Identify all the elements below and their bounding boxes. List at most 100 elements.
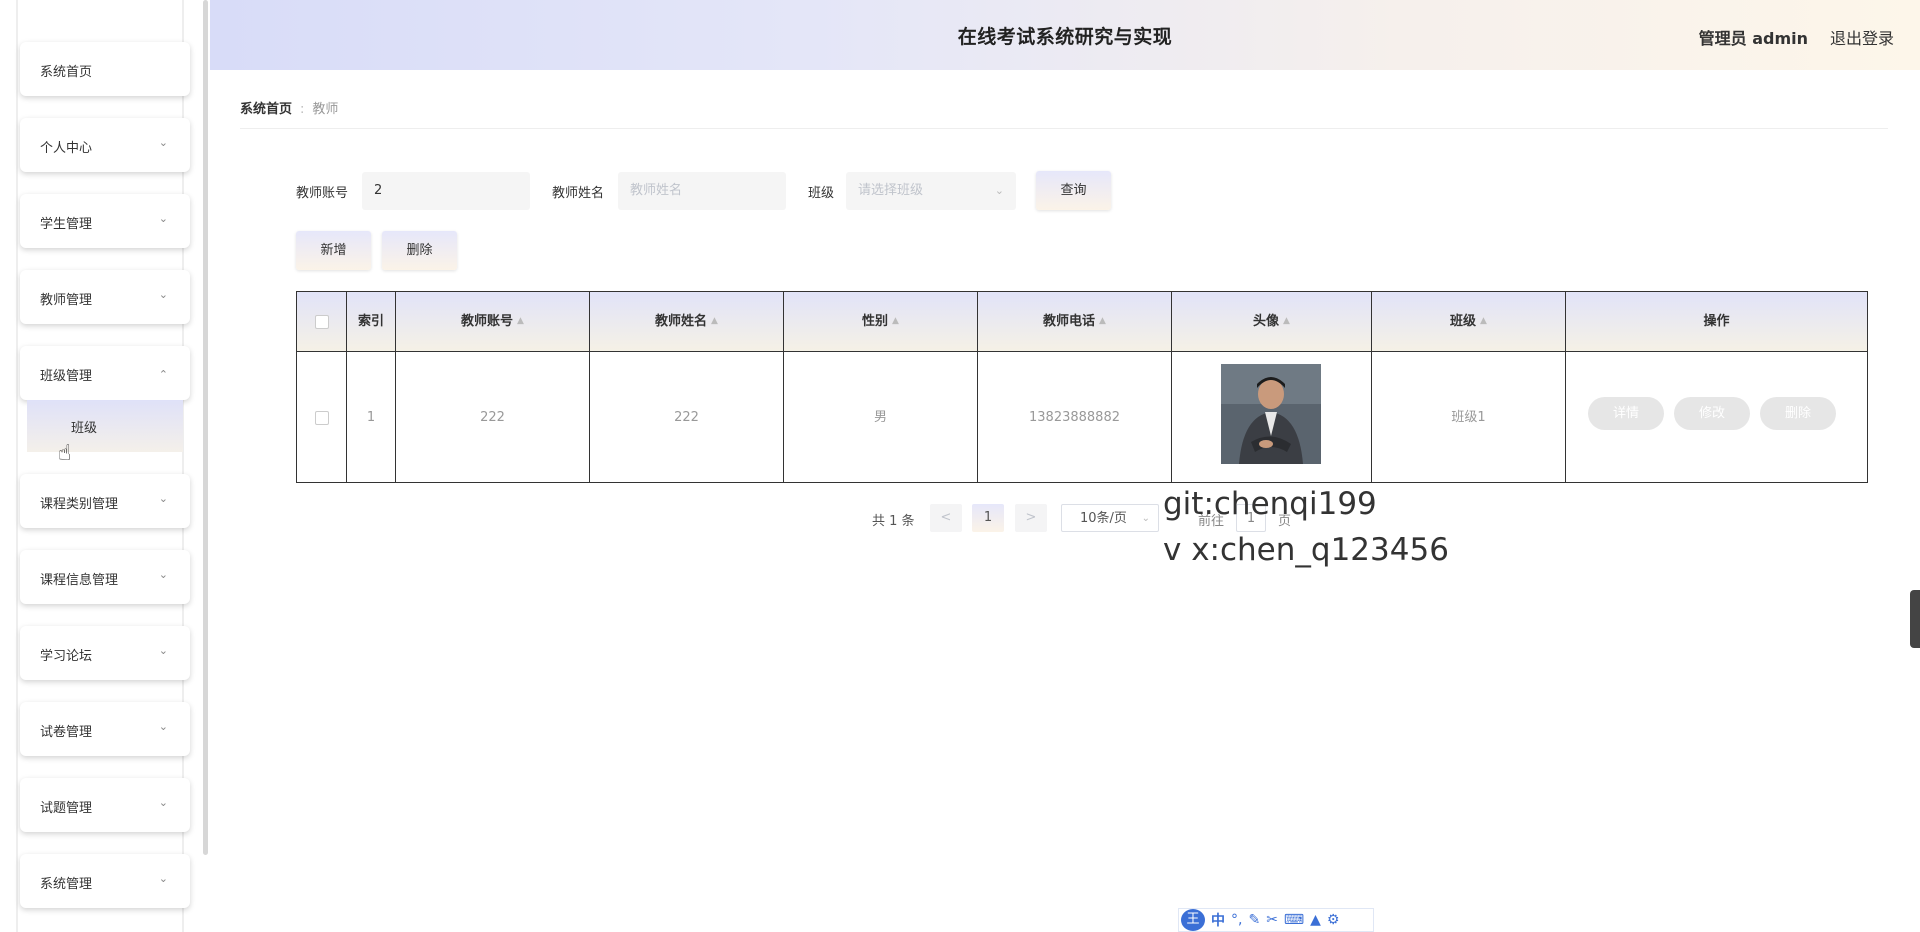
class-label: 班级 (808, 186, 835, 201)
cell-index: 1 (347, 351, 396, 482)
column-header-operation: 操作 (1566, 292, 1867, 351)
keyboard-icon[interactable]: ⌨ (1284, 912, 1304, 928)
sidebar-item-label: 课程类别管理 (40, 497, 119, 512)
pagination-total: 共 1 条 (872, 514, 915, 529)
sidebar-item-question-management[interactable]: 试题管理 ⌄ (20, 778, 190, 832)
column-header-label: 教师账号 (461, 314, 514, 329)
column-header-label: 性别 (862, 314, 889, 329)
add-button[interactable]: 新增 (296, 231, 371, 270)
cell-avatar (1172, 351, 1372, 482)
sidebar-item-system-management[interactable]: 系统管理 ⌄ (20, 854, 190, 908)
cell-account: 222 (396, 351, 590, 482)
chevron-down-icon: ⌄ (158, 796, 168, 809)
sidebar-item-label: 系统首页 (40, 65, 93, 80)
class-select[interactable]: 请选择班级 ⌄ (846, 172, 1016, 210)
scissors-icon[interactable]: ✂ (1266, 912, 1278, 928)
sidebar-item-home[interactable]: 系统首页 (20, 42, 190, 96)
sidebar-item-label: 个人中心 (40, 141, 93, 156)
sort-icon[interactable]: ▲︎ (1283, 292, 1290, 351)
page-size-value: 10条/页 (1080, 511, 1127, 526)
pagination-prev[interactable]: < (930, 504, 962, 532)
column-header-label: 班级 (1450, 314, 1477, 329)
app-title: 在线考试系统研究与实现 (957, 26, 1173, 48)
pagination-current-page[interactable]: 1 (972, 504, 1004, 532)
sidebar: 系统首页 个人中心 ⌄ 学生管理 ⌄ 教师管理 ⌄ 班级管理 ⌃ 班级 课程类别… (0, 0, 208, 932)
sort-icon[interactable]: ▲︎ (711, 292, 718, 351)
column-header-gender[interactable]: 性别 ▲︎ (784, 292, 978, 351)
pagination-next[interactable]: > (1015, 504, 1047, 532)
sidebar-scrollbar[interactable] (203, 0, 208, 855)
column-header-label: 头像 (1253, 314, 1280, 329)
name-input[interactable]: 教师姓名 (618, 172, 786, 210)
sidebar-subitem-label: 班级 (71, 421, 98, 436)
sidebar-item-paper-management[interactable]: 试卷管理 ⌄ (20, 702, 190, 756)
detail-button[interactable]: 详情 (1588, 397, 1664, 430)
breadcrumb-home[interactable]: 系统首页 (240, 102, 292, 117)
sidebar-item-forum[interactable]: 学习论坛 ⌄ (20, 626, 190, 680)
sidebar-item-teacher-management[interactable]: 教师管理 ⌄ (20, 270, 190, 324)
punct-icon[interactable]: °, (1231, 912, 1242, 928)
ime-logo-icon[interactable]: 王 (1181, 909, 1205, 931)
column-header-label: 教师电话 (1043, 314, 1096, 329)
sidebar-item-class-management[interactable]: 班级管理 ⌃ (20, 346, 190, 400)
chevron-down-icon: ⌄ (158, 644, 168, 657)
top-header: 在线考试系统研究与实现 管理员 admin 退出登录 (210, 0, 1920, 70)
class-select-placeholder: 请选择班级 (858, 183, 924, 198)
sort-icon[interactable]: ▲︎ (517, 292, 524, 351)
edit-button[interactable]: 修改 (1674, 397, 1750, 430)
chevron-down-icon: ⌄ (158, 288, 168, 301)
account-input[interactable]: 2 (362, 172, 530, 210)
column-header-class[interactable]: 班级 ▲︎ (1372, 292, 1566, 351)
row-delete-button[interactable]: 删除 (1760, 397, 1836, 430)
watermark-line-2: v x:chen_q123456 (1163, 532, 1449, 568)
account-label: 教师账号 (296, 186, 349, 201)
sort-icon[interactable]: ▲︎ (1099, 292, 1106, 351)
sidebar-item-label: 学习论坛 (40, 649, 93, 664)
pen-icon[interactable]: ✎ (1248, 912, 1260, 928)
teacher-avatar[interactable] (1221, 364, 1321, 464)
teacher-table: 索引 教师账号 ▲︎ 教师姓名 ▲︎ 性别 ▲︎ 教师电话 ▲︎ 头像 ▲︎ 班级 ▲︎ 操… (296, 291, 1868, 483)
column-header-phone[interactable]: 教师电话 ▲︎ (978, 292, 1172, 351)
user-label: 管理员 admin (1698, 29, 1808, 48)
watermark-line-1: git:chenqi199 (1163, 486, 1377, 522)
breadcrumb-current: 教师 (312, 102, 339, 117)
row-checkbox[interactable] (314, 410, 329, 425)
sidebar-item-course-info[interactable]: 课程信息管理 ⌄ (20, 550, 190, 604)
shirt-icon[interactable]: ▲ (1310, 912, 1321, 928)
teacher-photo-icon (1221, 364, 1321, 464)
chevron-down-icon: ⌄ (1141, 513, 1150, 524)
sidebar-item-label: 学生管理 (40, 217, 93, 232)
name-label: 教师姓名 (552, 186, 605, 201)
delete-button[interactable]: 删除 (382, 231, 457, 270)
gear-icon[interactable]: ⚙ (1327, 912, 1340, 928)
query-button[interactable]: 查询 (1036, 171, 1111, 210)
column-header-index: 索引 (347, 292, 396, 351)
cell-gender: 男 (784, 351, 978, 482)
column-header-avatar[interactable]: 头像 ▲︎ (1172, 292, 1372, 351)
header-checkbox-cell (297, 292, 347, 351)
sidebar-item-label: 班级管理 (40, 369, 93, 384)
chevron-down-icon: ⌄ (158, 492, 168, 505)
sort-icon[interactable]: ▲︎ (892, 292, 899, 351)
chevron-down-icon: ⌄ (994, 184, 1004, 197)
sidebar-item-course-category[interactable]: 课程类别管理 ⌄ (20, 474, 190, 528)
column-header-account[interactable]: 教师账号 ▲︎ (396, 292, 590, 351)
column-header-name[interactable]: 教师姓名 ▲︎ (590, 292, 784, 351)
sidebar-subitem-class[interactable]: 班级 (27, 400, 183, 452)
column-header-label: 教师姓名 (655, 314, 708, 329)
cell-class: 班级1 (1372, 351, 1566, 482)
page-size-select[interactable]: 10条/页 ⌄ (1061, 504, 1159, 532)
row-checkbox-cell (297, 351, 347, 482)
ime-mode-toggle[interactable]: 中 (1211, 910, 1225, 930)
breadcrumb: 系统首页: 教师 (240, 98, 338, 117)
logout-link[interactable]: 退出登录 (1830, 25, 1894, 49)
side-handle[interactable] (1910, 590, 1920, 648)
column-header-label: 索引 (357, 314, 384, 329)
sidebar-item-personal-center[interactable]: 个人中心 ⌄ (20, 118, 190, 172)
chevron-down-icon: ⌄ (158, 212, 168, 225)
sort-icon[interactable]: ▲︎ (1480, 292, 1487, 351)
chevron-down-icon: ⌄ (158, 720, 168, 733)
sidebar-item-student-management[interactable]: 学生管理 ⌄ (20, 194, 190, 248)
sidebar-item-label: 试题管理 (40, 801, 93, 816)
select-all-checkbox[interactable] (314, 314, 329, 329)
